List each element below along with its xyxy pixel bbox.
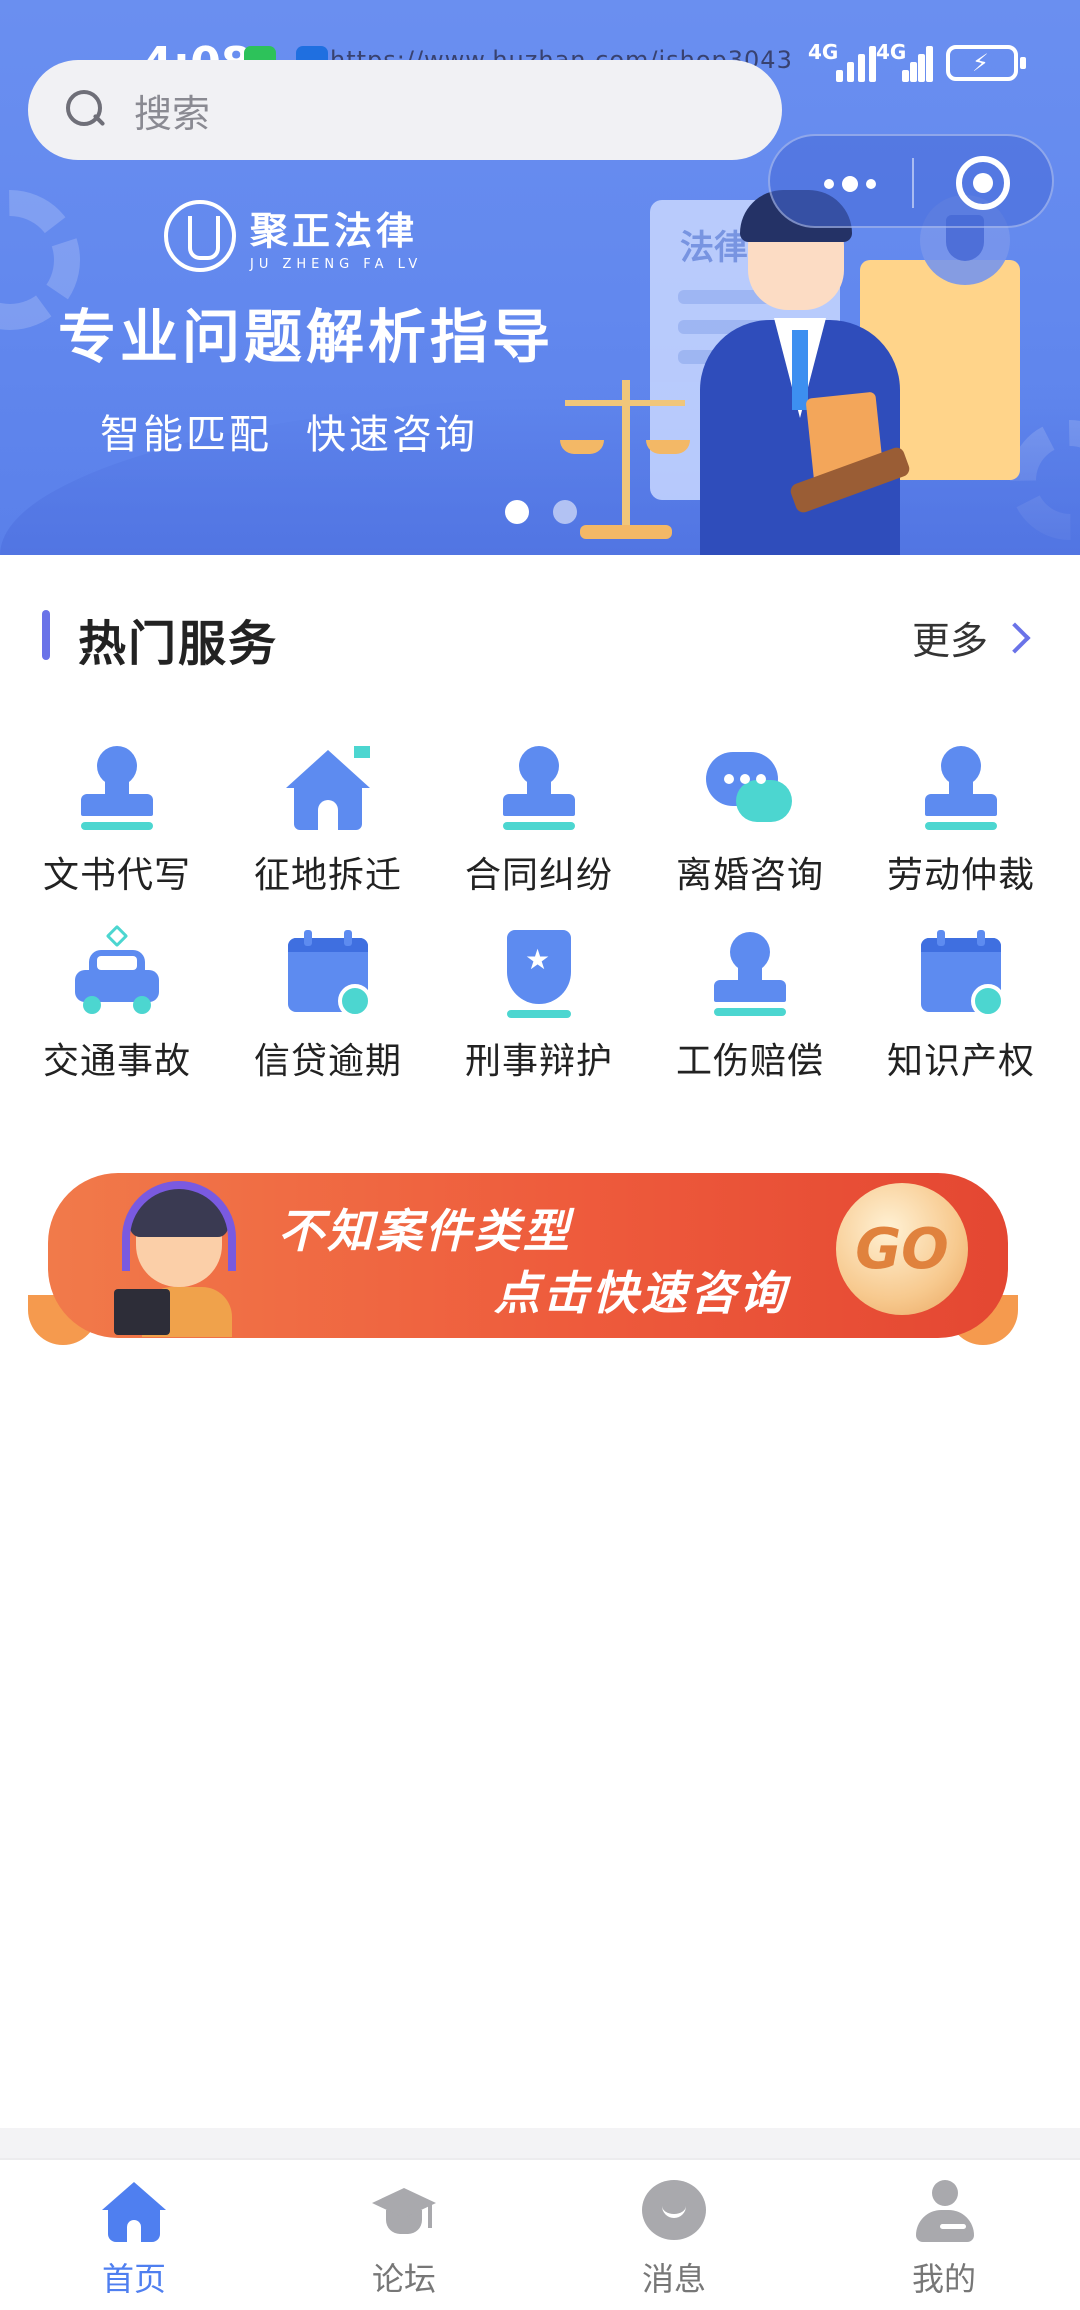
tab-label: 消息 (641, 2260, 706, 2298)
service-document-writing[interactable]: 文书代写 (22, 740, 212, 896)
service-label: 刑事辩护 (464, 1041, 613, 1082)
stamp-icon (69, 740, 165, 836)
car-icon (69, 924, 165, 1022)
logo-emblem-icon (164, 200, 236, 272)
service-work-injury[interactable]: 工伤赔偿 (655, 926, 845, 1082)
service-label: 文书代写 (42, 855, 191, 896)
tab-home[interactable]: 首页 (54, 2180, 214, 2300)
stamp-icon (913, 740, 1009, 836)
search-icon (66, 90, 106, 130)
capsule-divider (912, 158, 914, 208)
tab-bar-spacer (0, 2128, 1080, 2158)
house-icon (280, 740, 376, 836)
more-services-link[interactable]: 更多 (912, 610, 1031, 665)
banner-subtitle-1: 智能匹配 (100, 412, 272, 458)
service-label: 交通事故 (42, 1041, 191, 1082)
profile-icon (912, 2180, 976, 2244)
network-type-1: 4G (808, 40, 839, 64)
carousel-indicator (505, 500, 577, 524)
brand-logo: 聚正法律 JU ZHENG FA LV (164, 200, 422, 272)
service-criminal-defense[interactable]: ★ 刑事辩护 (444, 926, 634, 1082)
search-placeholder: 搜索 (134, 91, 211, 136)
service-divorce-consult[interactable]: 离婚咨询 (655, 740, 845, 896)
stamp-icon (491, 740, 587, 836)
go-label: GO (855, 1216, 949, 1282)
service-label: 工伤赔偿 (675, 1041, 824, 1082)
hero-banner[interactable]: 法律 聚正法律 JU ZHENG FA LV 专业问题解析指导 智能匹配 快速咨询 (0, 0, 1080, 555)
service-label: 知识产权 (886, 1041, 1035, 1082)
promo-line-2: 点击快速咨询 (494, 1266, 788, 1320)
banner-subtitle-2: 快速咨询 (306, 412, 478, 458)
close-mini-program-icon[interactable] (956, 156, 1010, 210)
more-menu-icon[interactable] (810, 164, 890, 204)
calendar-icon (280, 926, 376, 1022)
graduation-cap-icon (372, 2180, 436, 2244)
search-bar[interactable]: 搜索 (28, 60, 782, 160)
service-labor-arbitration[interactable]: 劳动仲裁 (866, 740, 1056, 896)
service-label: 信贷逾期 (253, 1041, 402, 1082)
scales-of-justice-icon (560, 370, 690, 540)
shield-icon: ★ (491, 926, 587, 1022)
section-accent-bar (42, 610, 50, 660)
chevron-right-icon (999, 621, 1031, 654)
service-contract-dispute[interactable]: 合同纠纷 (444, 740, 634, 896)
home-icon (102, 2180, 166, 2244)
service-traffic-accident[interactable]: 交通事故 (22, 924, 212, 1082)
tab-label: 首页 (101, 2260, 166, 2298)
quick-consult-banner[interactable]: 不知案件类型 点击快速咨询 GO (28, 1165, 1018, 1345)
signal-icon-2 (902, 44, 933, 82)
section-title: 热门服务 (78, 616, 279, 672)
more-label: 更多 (912, 619, 989, 663)
service-credit-overdue[interactable]: 信贷逾期 (233, 926, 423, 1082)
message-icon (642, 2180, 706, 2244)
service-label: 征地拆迁 (253, 855, 402, 896)
service-intellectual-property[interactable]: 知识产权 (866, 926, 1056, 1082)
service-label: 合同纠纷 (464, 855, 613, 896)
carousel-dot-2[interactable] (553, 500, 577, 524)
chat-icon (702, 740, 798, 836)
tab-label: 我的 (911, 2260, 976, 2298)
tab-profile[interactable]: 我的 (864, 2180, 1024, 2300)
go-button[interactable]: GO (836, 1183, 968, 1315)
banner-subtitle: 智能匹配 快速咨询 (100, 402, 512, 460)
service-label: 离婚咨询 (675, 855, 824, 896)
battery-icon: ⚡ (946, 45, 1026, 81)
stamp-icon (702, 926, 798, 1022)
tab-messages[interactable]: 消息 (594, 2180, 754, 2300)
carousel-dot-1[interactable] (505, 500, 529, 524)
logo-name: 聚正法律 (250, 209, 419, 253)
promo-line-1: 不知案件类型 (278, 1204, 572, 1258)
logo-pinyin: JU ZHENG FA LV (250, 257, 423, 272)
mini-program-capsule (768, 134, 1054, 228)
service-label: 劳动仲裁 (886, 855, 1035, 896)
tab-forum[interactable]: 论坛 (324, 2180, 484, 2300)
hot-services-header: 热门服务 更多 (0, 600, 1080, 672)
bottom-tab-bar: 首页 论坛 消息 我的 (0, 2158, 1080, 2310)
service-land-demolition[interactable]: 征地拆迁 (233, 740, 423, 896)
banner-title: 专业问题解析指导 (58, 303, 555, 371)
customer-service-agent-icon (114, 1177, 244, 1337)
calendar-icon (913, 926, 1009, 1022)
tab-label: 论坛 (371, 2260, 436, 2298)
